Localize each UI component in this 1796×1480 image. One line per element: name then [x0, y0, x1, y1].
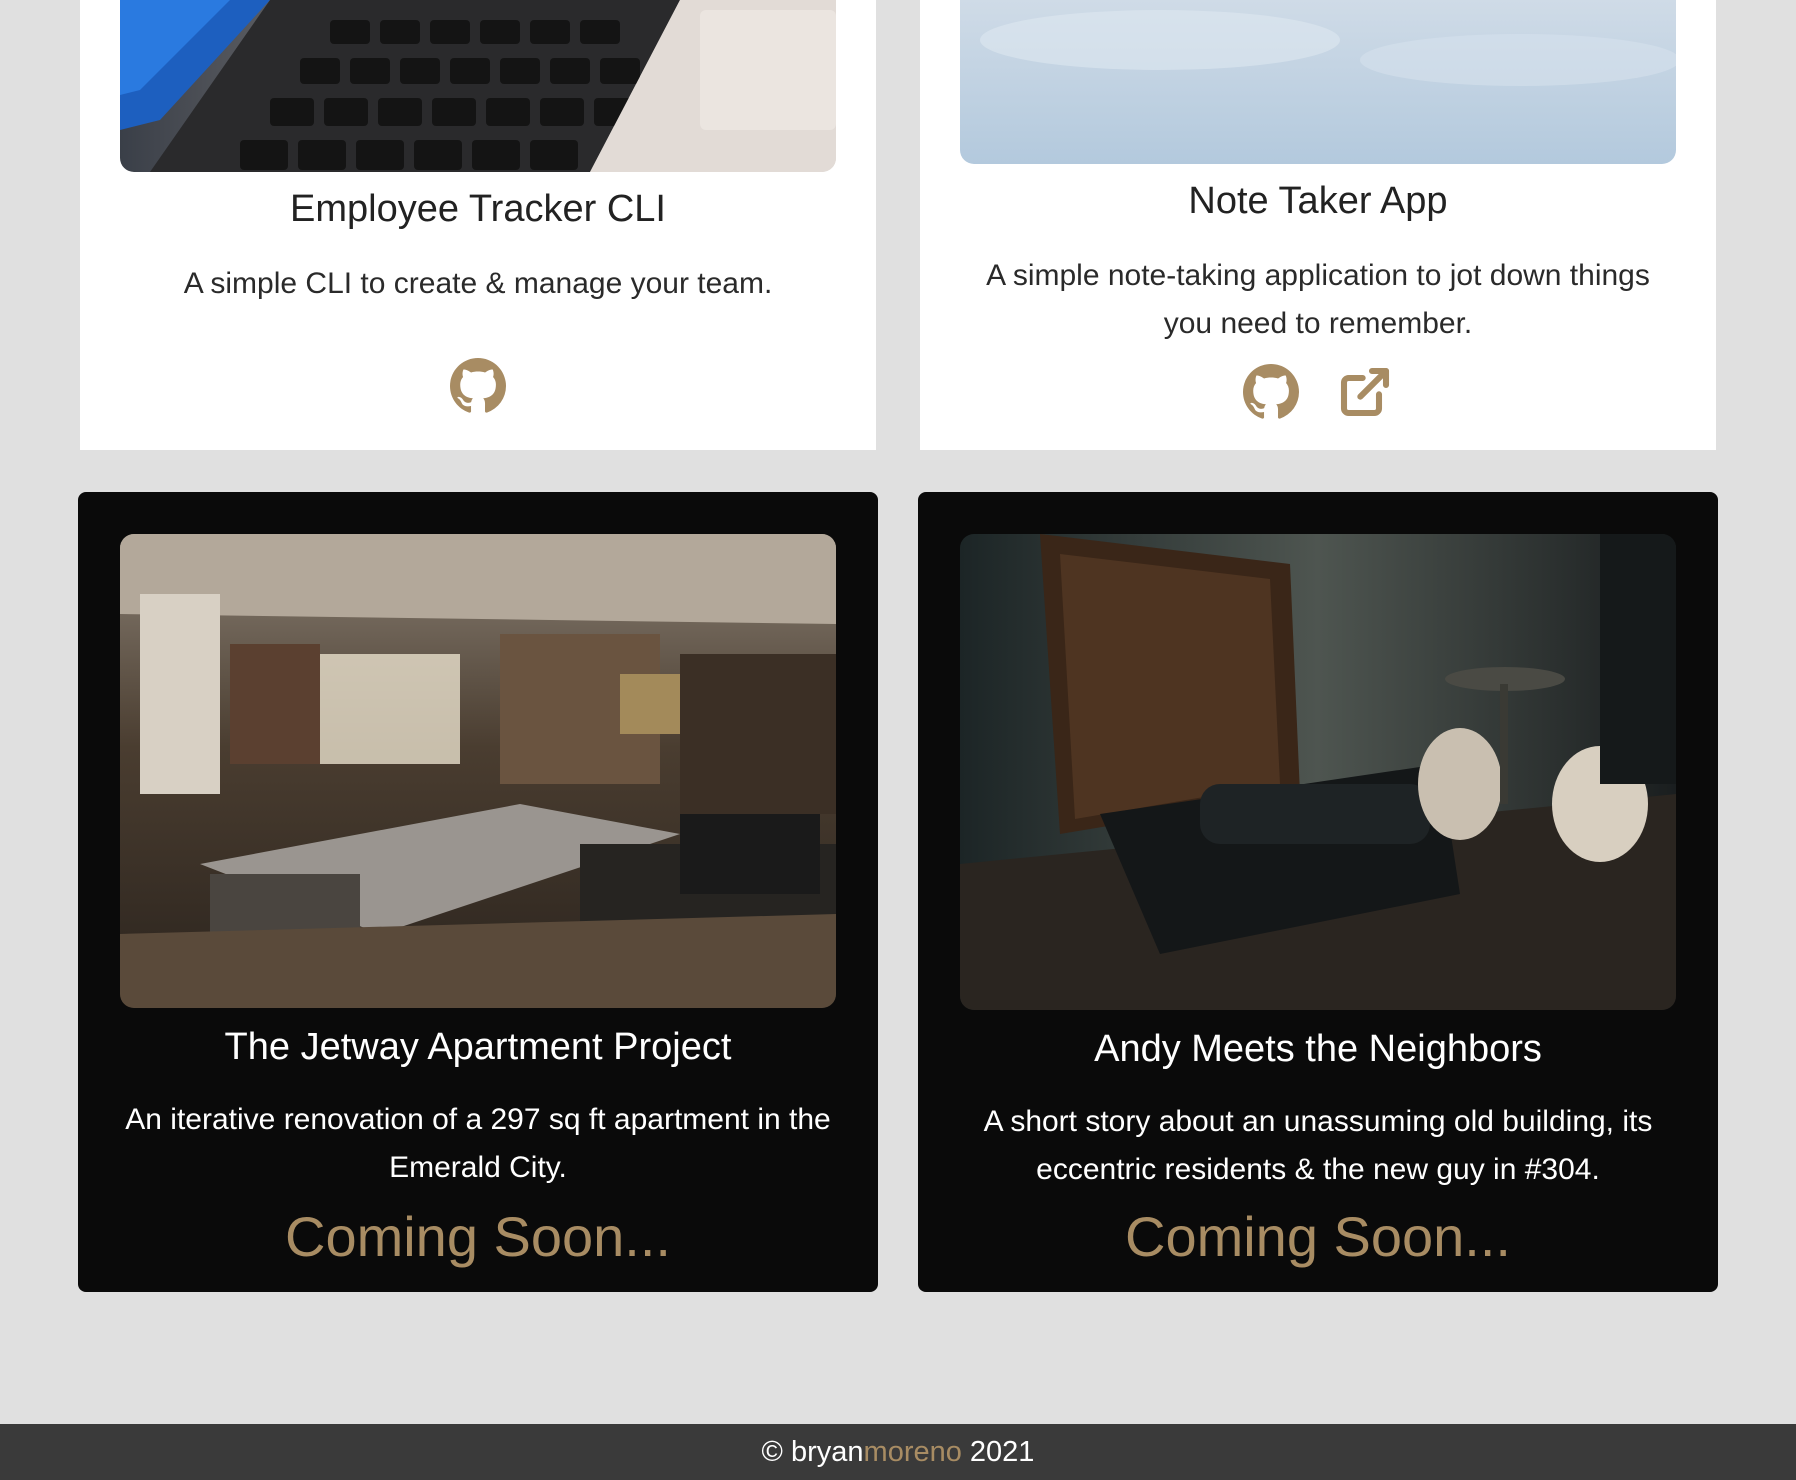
github-icon[interactable]	[450, 358, 506, 414]
external-link-icon[interactable]	[1337, 364, 1393, 420]
typewriter-image	[960, 534, 1676, 1010]
card-description: An iterative renovation of a 297 sq ft a…	[125, 1103, 831, 1184]
card-title: Note Taker App	[1188, 180, 1448, 222]
card-description: A simple CLI to create & manage your tea…	[183, 267, 773, 300]
project-card-andy-meets-neighbors: Andy Meets the Neighbors A short story a…	[918, 492, 1718, 1292]
copyright-symbol: ©	[761, 1435, 783, 1468]
project-card-jetway-apartment: The Jetway Apartment Project An iterativ…	[78, 492, 878, 1292]
page: Employee Tracker CLI A simple CLI to cre…	[0, 0, 1796, 1480]
footer: © bryan moreno 2021	[0, 1424, 1796, 1480]
card-description: A short story about an unassuming old bu…	[983, 1105, 1653, 1186]
card-title: Employee Tracker CLI	[290, 188, 666, 230]
footer-year: 2021	[969, 1435, 1035, 1468]
footer-name-first: bryan	[790, 1435, 864, 1468]
github-icon[interactable]	[1243, 364, 1299, 420]
sky-image	[960, 0, 1676, 164]
project-card-employee-tracker: Employee Tracker CLI A simple CLI to cre…	[80, 0, 876, 450]
coming-soon-label: Coming Soon...	[285, 1205, 671, 1268]
workshop-image	[120, 534, 836, 1008]
card-links	[920, 364, 1716, 420]
card-links	[80, 358, 876, 414]
footer-name-last: moreno	[863, 1435, 962, 1468]
coming-soon-label: Coming Soon...	[1125, 1205, 1511, 1268]
card-description: A simple note-taking application to jot …	[986, 259, 1650, 340]
laptop-keyboard-image	[120, 0, 836, 172]
card-title: The Jetway Apartment Project	[224, 1026, 732, 1068]
card-title: Andy Meets the Neighbors	[1094, 1028, 1542, 1070]
project-card-note-taker: Note Taker App A simple note-taking appl…	[920, 0, 1716, 450]
